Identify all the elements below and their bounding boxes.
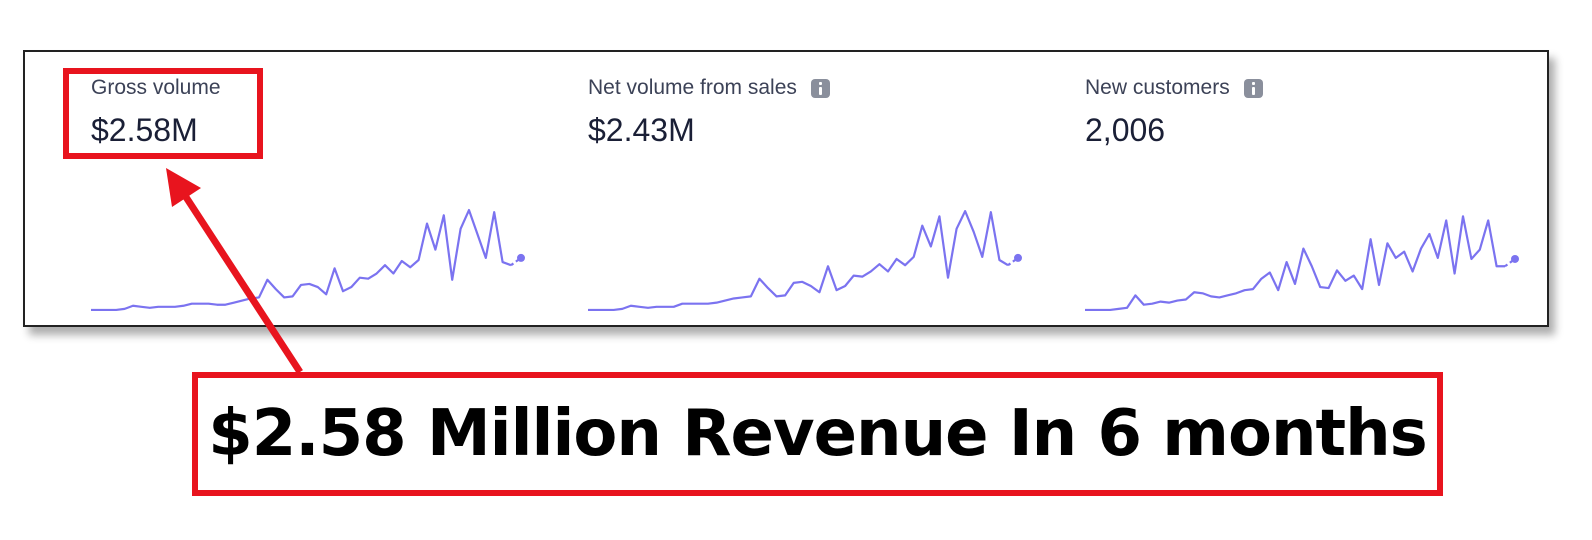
- highlight-box-gross-volume: [63, 68, 263, 159]
- caption-text: $2.58 Million Revenue In 6 months: [208, 397, 1428, 471]
- caption-box: $2.58 Million Revenue In 6 months: [192, 372, 1443, 496]
- metric-label: New customers: [1085, 76, 1263, 100]
- sparkline-line: [1085, 215, 1505, 312]
- sparkline-net-volume: [588, 210, 1022, 312]
- metric-card-new-customers[interactable]: New customers 2,006: [1085, 76, 1545, 316]
- metric-value: 2,006: [1085, 112, 1166, 148]
- info-icon[interactable]: [810, 78, 830, 98]
- metric-card-net-volume[interactable]: Net volume from sales $2.43M: [588, 76, 1048, 316]
- metric-label: Net volume from sales: [588, 76, 830, 100]
- sparkline-endpoint: [517, 253, 525, 262]
- sparkline-line: [91, 208, 512, 312]
- metric-value: $2.43M: [588, 112, 695, 148]
- sparkline-line: [588, 210, 1009, 312]
- sparkline-new-customers: [1085, 215, 1519, 312]
- sparkline-endpoint: [1511, 254, 1519, 263]
- sparkline-gross-volume: [91, 208, 525, 312]
- info-icon[interactable]: [1243, 78, 1263, 98]
- sparkline-endpoint: [1014, 253, 1022, 262]
